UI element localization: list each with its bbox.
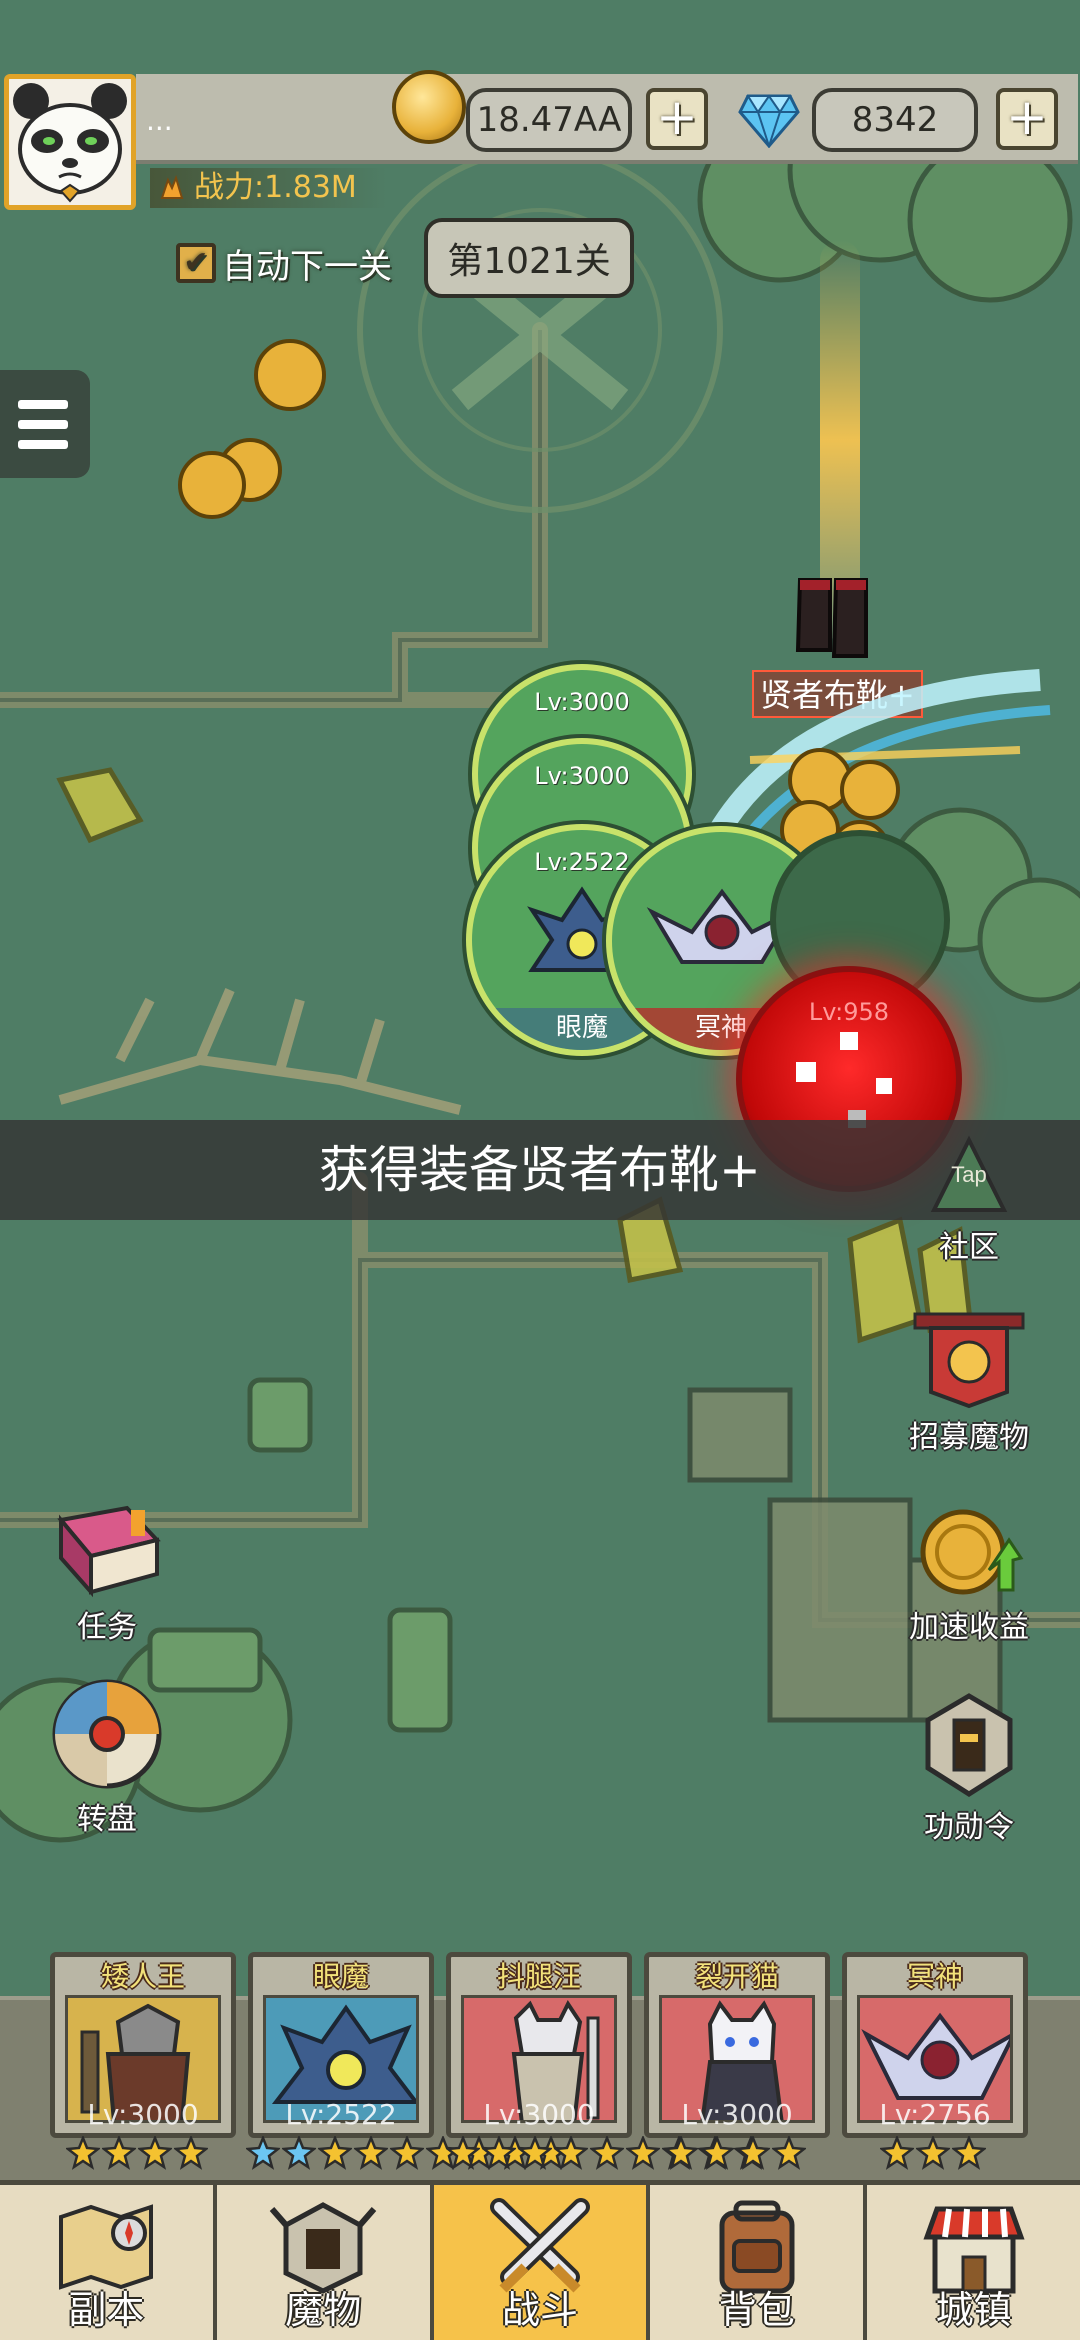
gold-star-icon (318, 2136, 352, 2170)
tab-label: 战斗 (501, 2288, 578, 2332)
blue-star-icon (246, 2136, 280, 2170)
team-card[interactable]: 矮人王 Lv:3000 (50, 1952, 236, 2138)
gold-star-icon (174, 2136, 208, 2170)
menu-button[interactable] (0, 370, 90, 478)
add-gems-button[interactable]: + (996, 88, 1058, 150)
spin-wheel-icon (52, 1679, 162, 1789)
team-card-level: Lv:3000 (87, 2098, 199, 2131)
recruit-banner-icon (913, 1312, 1025, 1409)
team-card[interactable]: 裂开猫 Lv:3000 (644, 1952, 830, 2138)
gold-star-icon (700, 2136, 734, 2170)
coin-boost-icon (920, 1509, 1024, 1595)
team-card-name: 冥神 (906, 1960, 963, 1993)
recruit-label: 招募魔物 (909, 1420, 1029, 1455)
auto-next-label: 自动下一关 (222, 246, 392, 287)
team-card-level: Lv:2756 (879, 2098, 991, 2131)
add-gold-button[interactable]: + (646, 88, 708, 150)
hamburger-icon (18, 400, 68, 409)
gold-star-icon (626, 2136, 660, 2170)
boost-income-button[interactable]: 加速收益 (884, 1500, 1054, 1646)
community-mountain-icon: Tap (930, 1135, 1008, 1212)
team-card[interactable]: 抖腿汪 Lv:3000 (446, 1952, 632, 2138)
team-card-name: 抖腿汪 (496, 1960, 581, 1993)
quests-label: 任务 (77, 1610, 137, 1645)
tab-label: 背包 (718, 2288, 795, 2332)
tab-battle[interactable]: 战斗 (433, 2185, 651, 2340)
gold-star-icon (590, 2136, 624, 2170)
quest-book-icon (57, 1505, 161, 1598)
team-card-stars (66, 2136, 208, 2176)
tap-hint: Tap (951, 1162, 986, 1187)
auto-next-checkbox[interactable]: ✔ (176, 243, 216, 283)
blue-star-icon (282, 2136, 316, 2170)
bottom-navigation: 副本 魔物 战斗 背包 城镇 (0, 2180, 1080, 2340)
auto-next-stage-toggle[interactable]: ✔ 自动下一关 (176, 240, 392, 287)
player-name: ... (146, 104, 173, 137)
merit-label: 功勋令 (924, 1810, 1014, 1845)
community-button[interactable]: Tap 社区 (884, 1120, 1054, 1266)
gold-star-icon (518, 2136, 552, 2170)
merit-pass-button[interactable]: 功勋令 (884, 1690, 1054, 1846)
tab-label: 魔物 (285, 2288, 362, 2332)
gold-star-icon (916, 2136, 950, 2170)
team-card-level: Lv:3000 (483, 2098, 595, 2131)
tab-backpack[interactable]: 背包 (650, 2185, 868, 2340)
team-card-name: 裂开猫 (694, 1960, 779, 1993)
diamond-icon (738, 94, 800, 148)
tab-label: 城镇 (935, 2288, 1012, 2332)
gold-star-icon (554, 2136, 588, 2170)
gold-coin-icon (392, 70, 466, 144)
team-card-level: Lv:2522 (285, 2098, 397, 2131)
gold-star-icon (66, 2136, 100, 2170)
wheel-label: 转盘 (77, 1802, 137, 1837)
gold-star-icon (880, 2136, 914, 2170)
gold-star-icon (482, 2136, 516, 2170)
gold-star-icon (664, 2136, 698, 2170)
gold-star-icon (354, 2136, 388, 2170)
gold-amount: 18.47AA (466, 88, 632, 152)
floating-coins-icon (178, 339, 326, 519)
player-avatar[interactable] (4, 74, 136, 210)
team-card-level: Lv:3000 (681, 2098, 793, 2131)
panda-icon (9, 79, 131, 205)
ally-level: Lv:3000 (534, 688, 630, 716)
tab-monsters[interactable]: 魔物 (217, 2185, 434, 2340)
gold-star-icon (772, 2136, 806, 2170)
gold-star-icon (138, 2136, 172, 2170)
knight-helmet-icon (925, 1693, 1013, 1797)
stage-level: 第1021关 (424, 218, 634, 298)
gold-star-icon (102, 2136, 136, 2170)
tab-label: 副本 (68, 2288, 145, 2332)
combat-power: 战力:1.83M (150, 168, 387, 208)
recruit-monsters-button[interactable]: 招募魔物 (884, 1310, 1054, 1456)
gold-star-icon (446, 2136, 480, 2170)
team-card-name: 矮人王 (100, 1960, 185, 1993)
team-card-stars (664, 2136, 806, 2176)
quests-button[interactable]: 任务 (22, 1500, 192, 1646)
team-card-name: 眼魔 (312, 1960, 369, 1993)
power-flame-icon (160, 174, 184, 199)
community-label: 社区 (939, 1230, 999, 1265)
team-card[interactable]: 眼魔 Lv:2522 (248, 1952, 434, 2138)
tab-town[interactable]: 城镇 (867, 2185, 1080, 2340)
enemy-level: Lv:958 (808, 998, 890, 1026)
gold-star-icon (952, 2136, 986, 2170)
lucky-wheel-button[interactable]: 转盘 (22, 1676, 192, 1838)
gold-star-icon (736, 2136, 770, 2170)
boost-label: 加速收益 (909, 1610, 1029, 1645)
gem-amount: 8342 (812, 88, 978, 152)
team-card[interactable]: 冥神 Lv:2756 (842, 1952, 1028, 2138)
gold-star-icon (390, 2136, 424, 2170)
ally-level: Lv:3000 (534, 762, 630, 790)
team-card-stars (880, 2136, 986, 2176)
tab-dungeon[interactable]: 副本 (0, 2185, 217, 2340)
combat-power-label: 战力:1.83M (194, 170, 357, 205)
